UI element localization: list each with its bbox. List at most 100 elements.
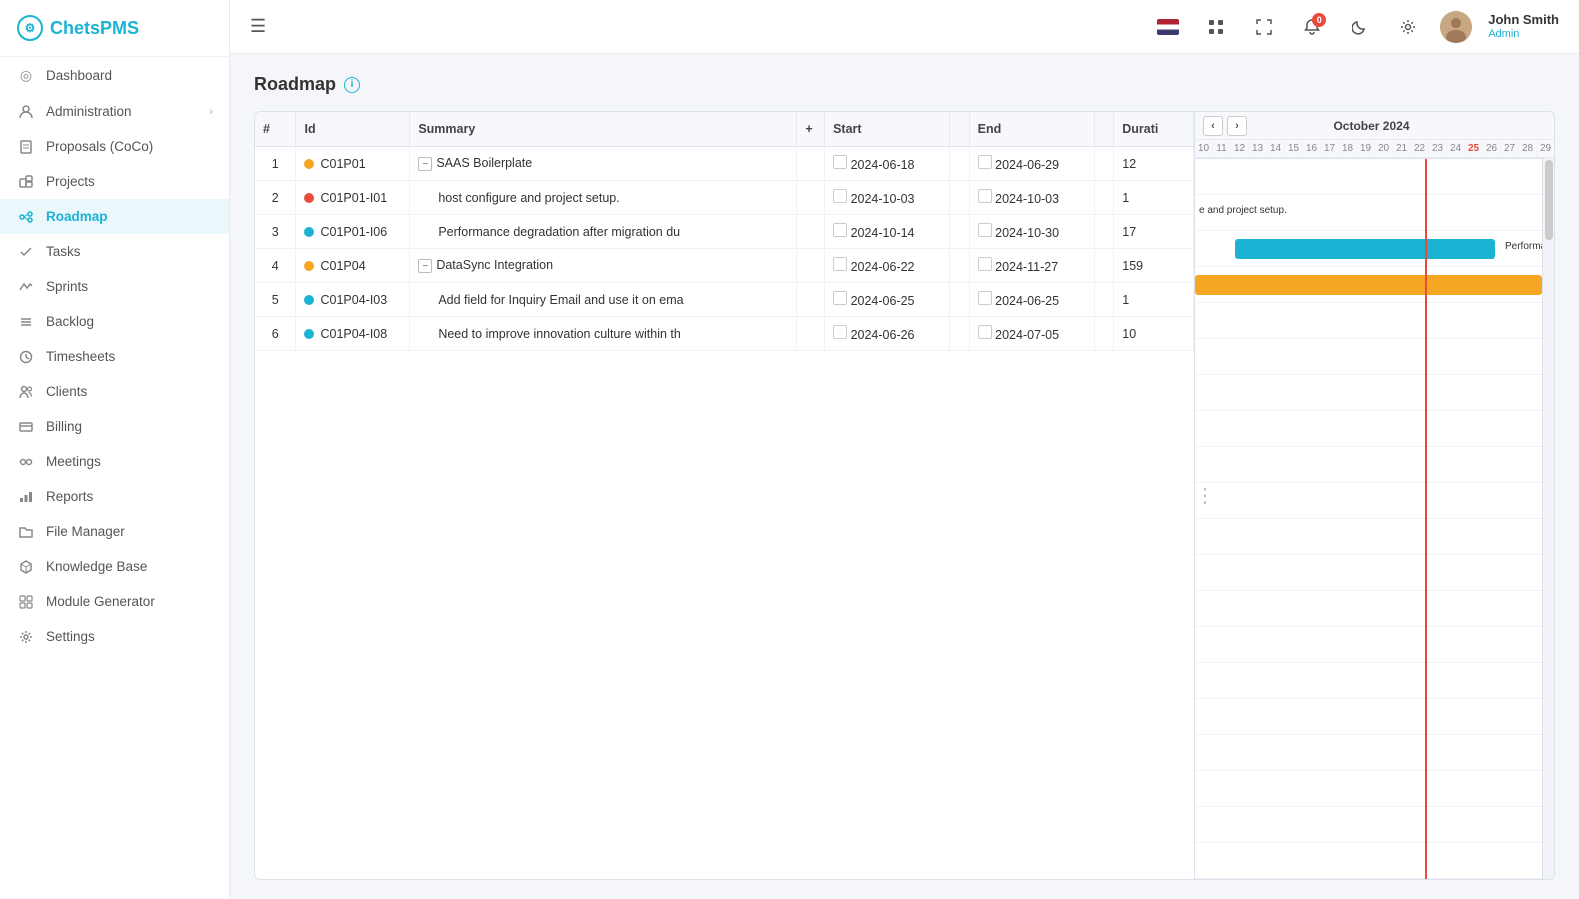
cell-num: 3 [255, 215, 296, 249]
sidebar-item-file-manager[interactable]: File Manager [0, 514, 229, 549]
sidebar-item-label: Timesheets [46, 349, 115, 364]
meetings-icon [16, 455, 36, 469]
gantt-row [1195, 627, 1554, 663]
sidebar-item-label: Knowledge Base [46, 559, 147, 574]
chevron-right-icon: › [209, 106, 213, 118]
proposals-icon [16, 140, 36, 154]
sidebar-item-label: Proposals (CoCo) [46, 139, 153, 154]
sprints-icon [16, 280, 36, 294]
tasks-icon [16, 245, 36, 259]
gantt-scrollbar[interactable] [1542, 158, 1554, 879]
end-checkbox[interactable] [978, 325, 992, 339]
start-checkbox[interactable] [833, 291, 847, 305]
gantt-day-cell: 15 [1285, 140, 1303, 157]
sidebar-item-knowledge-base[interactable]: Knowledge Base [0, 549, 229, 584]
page-content: Roadmap i # Id Summary + Start End [230, 54, 1579, 899]
cell-start-extra [950, 283, 969, 317]
sidebar-item-administration[interactable]: Administration › [0, 94, 229, 129]
gantt-row [1195, 483, 1554, 519]
gantt-row [1195, 663, 1554, 699]
cell-end: 2024-06-25 [969, 283, 1094, 317]
clients-icon [16, 385, 36, 399]
sidebar-item-roadmap[interactable]: Roadmap [0, 199, 229, 234]
table-row[interactable]: 3C01P01-I06Performance degradation after… [255, 215, 1194, 249]
page-title-row: Roadmap i [254, 74, 1555, 95]
sidebar-item-settings[interactable]: Settings [0, 619, 229, 654]
start-checkbox[interactable] [833, 189, 847, 203]
user-role: Admin [1488, 28, 1559, 41]
table-row[interactable]: 1C01P01−SAAS Boilerplate 2024-06-18 2024… [255, 147, 1194, 181]
end-checkbox[interactable] [978, 155, 992, 169]
sidebar-item-billing[interactable]: Billing [0, 409, 229, 444]
sidebar-item-clients[interactable]: Clients [0, 374, 229, 409]
gantt-today-line [1425, 159, 1427, 879]
sidebar-item-dashboard[interactable]: ◎ Dashboard [0, 57, 229, 94]
col-header-end: End [969, 112, 1094, 147]
sidebar-item-timesheets[interactable]: Timesheets [0, 339, 229, 374]
cell-id: C01P01 [296, 147, 410, 181]
timesheets-icon [16, 350, 36, 364]
projects-icon [16, 175, 36, 189]
gantt-day-cell: 20 [1375, 140, 1393, 157]
gantt-day-cell: 16 [1303, 140, 1321, 157]
sidebar-nav: ◎ Dashboard Administration › Proposals (… [0, 57, 229, 654]
sidebar-item-reports[interactable]: Reports [0, 479, 229, 514]
start-checkbox[interactable] [833, 223, 847, 237]
language-selector[interactable] [1152, 11, 1184, 43]
gear-icon [1400, 19, 1416, 35]
sidebar-item-projects[interactable]: Projects [0, 164, 229, 199]
roadmap-table: # Id Summary + Start End Durati [255, 112, 1194, 351]
start-checkbox[interactable] [833, 325, 847, 339]
moon-icon [1352, 19, 1368, 35]
table-row[interactable]: 4C01P04−DataSync Integration 2024-06-22 … [255, 249, 1194, 283]
info-icon[interactable]: i [344, 77, 360, 93]
hamburger-button[interactable]: ☰ [250, 16, 266, 37]
cell-num: 5 [255, 283, 296, 317]
sidebar-item-meetings[interactable]: Meetings [0, 444, 229, 479]
dark-mode-button[interactable] [1344, 11, 1376, 43]
sidebar-item-tasks[interactable]: Tasks [0, 234, 229, 269]
col-header-duration: Durati [1114, 112, 1194, 147]
svg-text:⚙: ⚙ [25, 21, 36, 35]
end-checkbox[interactable] [978, 189, 992, 203]
gantt-resize-handle[interactable]: ⋮ [1195, 486, 1201, 506]
sidebar-item-proposals[interactable]: Proposals (CoCo) [0, 129, 229, 164]
end-checkbox[interactable] [978, 291, 992, 305]
cell-summary: Add field for Inquiry Email and use it o… [410, 283, 797, 317]
table-row[interactable]: 5C01P04-I03Add field for Inquiry Email a… [255, 283, 1194, 317]
gantt-day-cell: 21 [1393, 140, 1411, 157]
gantt-prev-button[interactable]: ‹ [1203, 116, 1223, 136]
apps-button[interactable] [1200, 11, 1232, 43]
notifications-button[interactable]: 0 [1296, 11, 1328, 43]
sidebar-item-label: Settings [46, 629, 95, 644]
cell-start: 2024-10-03 [825, 181, 950, 215]
start-checkbox[interactable] [833, 257, 847, 271]
start-checkbox[interactable] [833, 155, 847, 169]
end-checkbox[interactable] [978, 223, 992, 237]
sidebar-item-sprints[interactable]: Sprints [0, 269, 229, 304]
expand-icon[interactable]: − [418, 157, 432, 171]
cell-start-extra [950, 147, 969, 181]
cell-start-extra [950, 181, 969, 215]
cell-num: 1 [255, 147, 296, 181]
gantt-scrollbar-thumb[interactable] [1545, 160, 1553, 240]
end-checkbox[interactable] [978, 257, 992, 271]
expand-icon[interactable]: − [418, 259, 432, 273]
header-settings-button[interactable] [1392, 11, 1424, 43]
cell-duration: 1 [1114, 283, 1194, 317]
avatar-image [1440, 11, 1472, 43]
table-row[interactable]: 2C01P01-I01host configure and project se… [255, 181, 1194, 215]
fullscreen-button[interactable] [1248, 11, 1280, 43]
col-header-plus[interactable]: + [797, 112, 825, 147]
cell-end: 2024-10-30 [969, 215, 1094, 249]
sidebar-item-label: Reports [46, 489, 93, 504]
user-info: John Smith Admin [1488, 12, 1559, 41]
col-header-id: Id [296, 112, 410, 147]
gantt-day-cell: 22 [1411, 140, 1429, 157]
gantt-row [1195, 159, 1554, 195]
table-row[interactable]: 6C01P04-I08Need to improve innovation cu… [255, 317, 1194, 351]
sidebar-item-module-generator[interactable]: Module Generator [0, 584, 229, 619]
avatar[interactable] [1440, 11, 1472, 43]
sidebar-item-backlog[interactable]: Backlog [0, 304, 229, 339]
gantt-next-button[interactable]: › [1227, 116, 1247, 136]
